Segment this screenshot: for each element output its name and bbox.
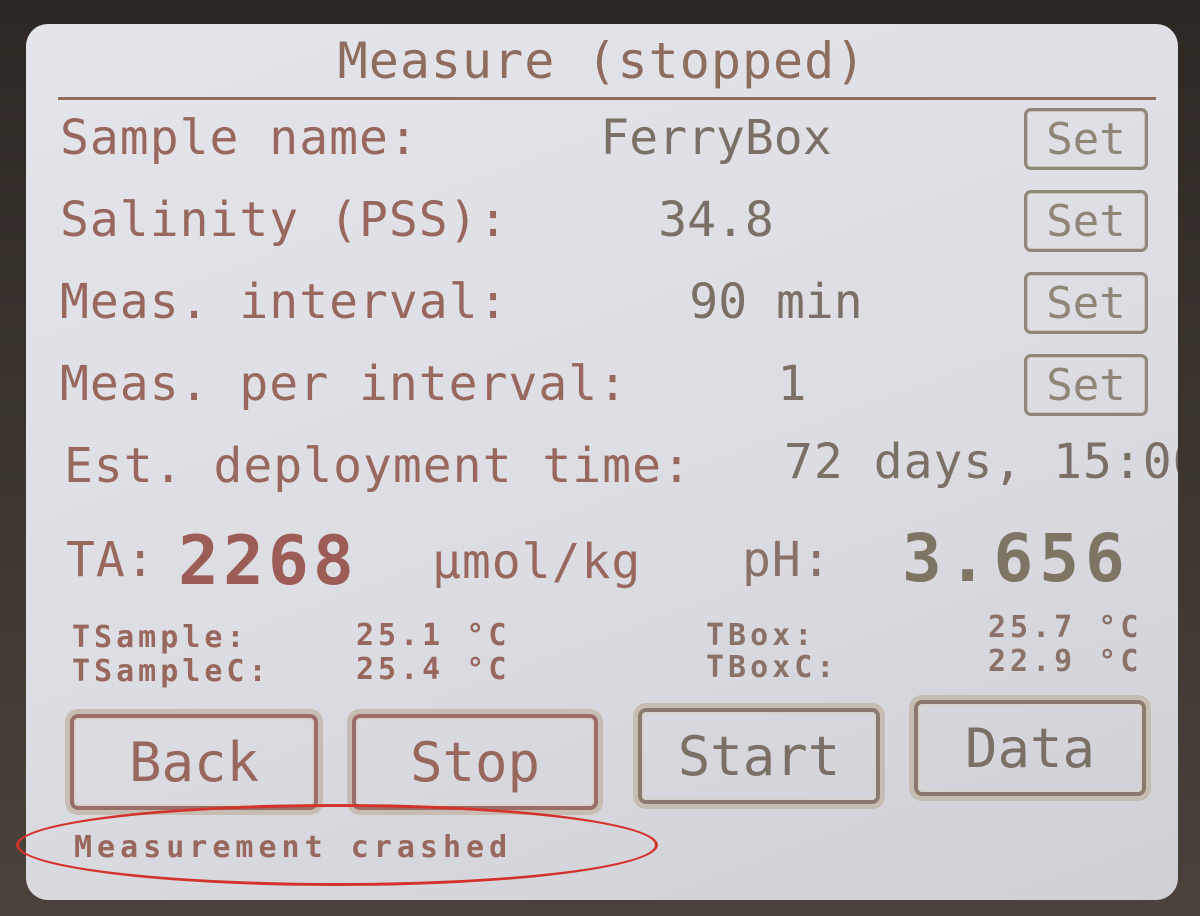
meas-per-interval-label: Meas. per interval:	[60, 356, 629, 412]
meas-interval-label: Meas. interval:	[60, 274, 509, 330]
ta-unit: µmol/kg	[432, 534, 642, 590]
set-meas-interval-button[interactable]: Set	[1024, 272, 1148, 334]
tsample-label: TSample:	[72, 620, 249, 655]
data-button[interactable]: Data	[914, 700, 1146, 796]
tboxc-value: 22.9 °C	[988, 644, 1143, 679]
meas-per-interval-value: 1	[777, 356, 807, 412]
set-salinity-button[interactable]: Set	[1024, 190, 1148, 252]
sample-name-label: Sample name:	[60, 110, 419, 166]
tsample-value: 25.1 °C	[356, 618, 511, 653]
start-button[interactable]: Start	[638, 708, 880, 804]
ta-value: 2268	[178, 522, 358, 601]
deployment-time-label: Est. deployment time:	[64, 438, 692, 494]
ph-label: pH:	[742, 532, 832, 588]
ta-label: TA:	[66, 532, 156, 588]
ph-value: 3.656	[902, 520, 1131, 597]
page-title: Measure (stopped)	[337, 32, 867, 90]
stop-button[interactable]: Stop	[352, 714, 598, 810]
title-divider	[58, 97, 1156, 100]
meas-interval-value: 90 min	[689, 274, 863, 330]
set-sample-name-button[interactable]: Set	[1024, 108, 1148, 170]
tsamplec-label: TSampleC:	[72, 654, 271, 689]
sample-name-value: FerryBox	[600, 110, 832, 166]
tsamplec-value: 25.4 °C	[356, 652, 511, 687]
deployment-time-value: 72 days, 15:00	[784, 434, 1178, 490]
lcd-screen: Measure (stopped) Sample name: FerryBox …	[26, 24, 1178, 900]
tbox-value: 25.7 °C	[988, 610, 1143, 645]
back-button[interactable]: Back	[70, 714, 318, 810]
annotation-ellipse	[16, 804, 658, 886]
tboxc-label: TBoxC:	[706, 650, 839, 685]
salinity-value: 34.8	[658, 192, 774, 248]
tbox-label: TBox:	[706, 618, 817, 653]
set-meas-per-interval-button[interactable]: Set	[1024, 354, 1148, 416]
salinity-label: Salinity (PSS):	[60, 192, 509, 248]
